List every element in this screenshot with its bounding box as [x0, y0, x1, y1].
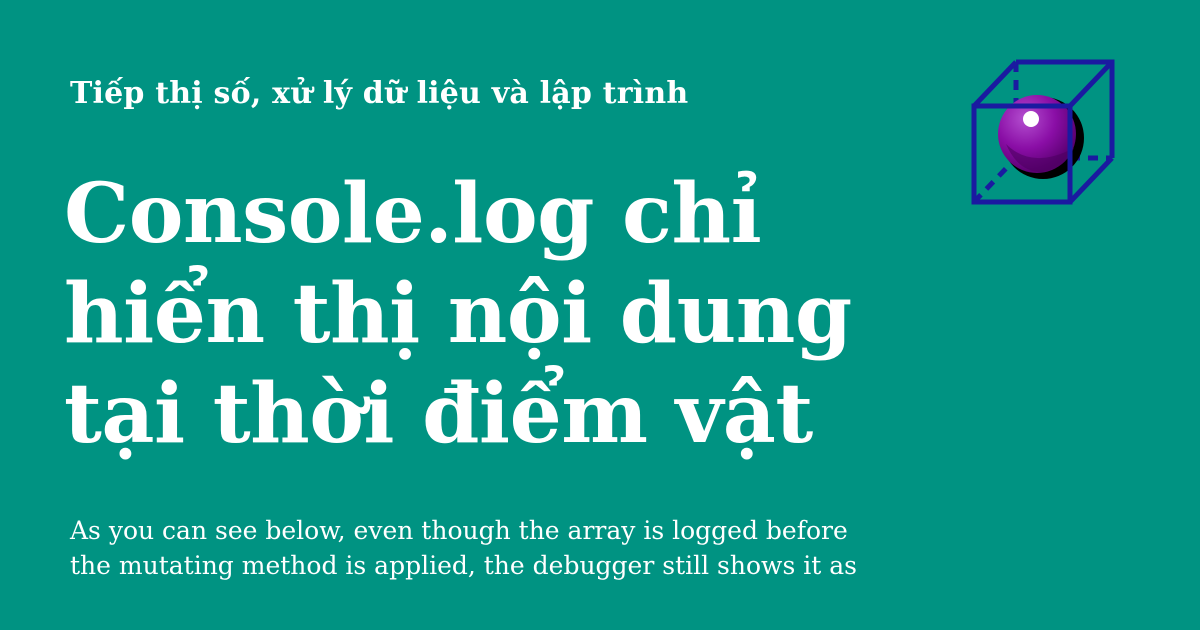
article-title-line: hiển thị nội dung [64, 266, 852, 362]
cube-edge [1068, 156, 1114, 204]
article-title-line: Console.log chỉ [64, 166, 762, 262]
cube-hidden-edge [972, 156, 1018, 204]
cube-edge [972, 60, 1018, 108]
social-share-card: Tiếp thị số, xử lý dữ liệu và lập trình … [0, 0, 1200, 630]
article-title-line: tại thời điểm vật [64, 366, 813, 462]
cube-with-sphere-icon [971, 59, 1115, 205]
article-excerpt-line: As you can see below, even though the ar… [70, 516, 848, 545]
article-excerpt-line: the mutating method is applied, the debu… [70, 551, 857, 580]
article-excerpt: As you can see below, even though the ar… [70, 513, 970, 583]
cube-edge [1068, 60, 1114, 108]
article-title: Console.log chỉ hiển thị nội dung tại th… [64, 164, 924, 464]
site-tagline: Tiếp thị số, xử lý dữ liệu và lập trình [70, 76, 689, 111]
sphere-highlight [1023, 111, 1039, 127]
